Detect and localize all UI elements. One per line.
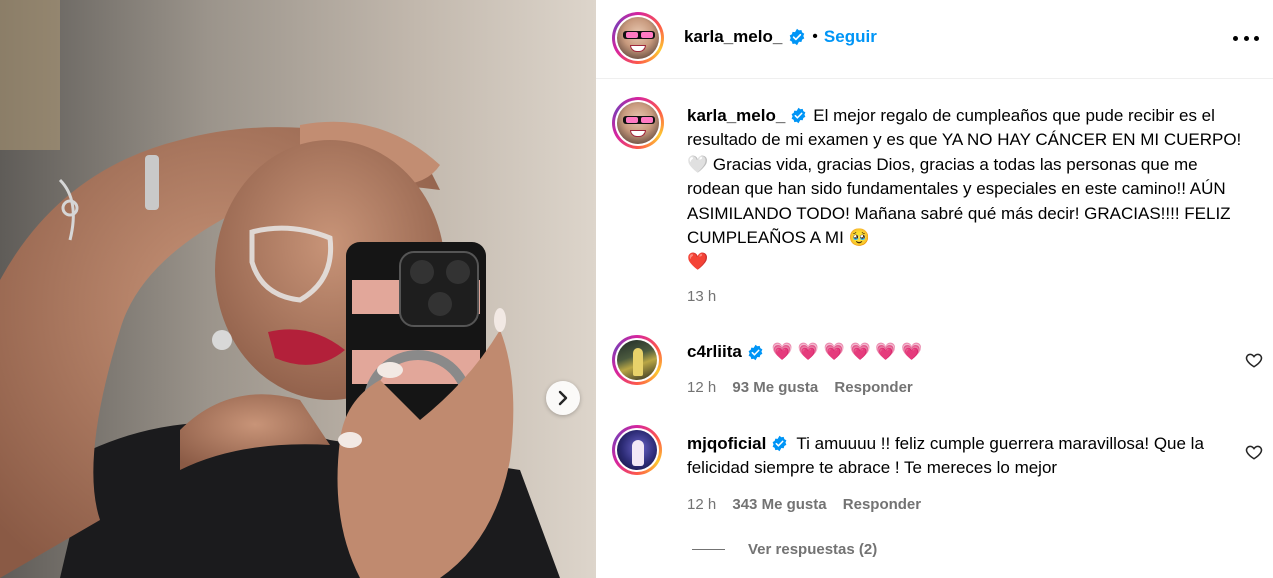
follow-button[interactable]: Seguir — [824, 27, 877, 47]
chevron-right-icon — [558, 390, 568, 406]
next-photo-button[interactable] — [546, 381, 580, 415]
comment-likes[interactable]: 343 Me gusta — [732, 496, 826, 513]
verified-badge-icon — [772, 435, 787, 451]
caption-text-2: Gracias vida, gracias Dios, gracias a to… — [687, 154, 1231, 248]
comment-username[interactable]: mjqoficial — [687, 434, 766, 453]
verified-badge-icon — [790, 28, 805, 46]
comment-time[interactable]: 12 h — [687, 379, 716, 396]
view-replies-button[interactable]: Ver respuestas (2) — [692, 541, 877, 558]
comment-likes[interactable]: 93 Me gusta — [732, 379, 818, 396]
comment-avatar[interactable] — [612, 335, 662, 385]
header-separator: • — [812, 28, 818, 45]
caption-avatar[interactable] — [612, 97, 664, 149]
comment-username[interactable]: c4rliita — [687, 340, 742, 364]
post-side-panel: karla_melo_ • Seguir karla_melo_ El mejor… — [596, 0, 1273, 578]
heart-like-icon[interactable] — [1245, 443, 1263, 461]
red-heart-emoji: ❤️ — [687, 252, 709, 272]
caption-time[interactable]: 13 h — [687, 288, 716, 305]
verified-badge-icon — [748, 344, 763, 360]
reply-button[interactable]: Responder — [843, 496, 921, 513]
caption: karla_melo_ El mejor regalo de cumpleaños… — [687, 104, 1247, 275]
comment-avatar[interactable] — [612, 425, 662, 475]
selfie-photo — [0, 0, 596, 578]
caption-username[interactable]: karla_melo_ — [687, 106, 785, 125]
comment-meta: 12 h 93 Me gusta Responder — [687, 379, 913, 396]
replies-divider — [692, 549, 725, 550]
white-heart-emoji: 🤍 — [687, 154, 709, 174]
comment: mjqoficial Ti amuuuu !! feliz cumple guer… — [687, 432, 1217, 481]
header-username[interactable]: karla_melo_ — [684, 27, 782, 47]
header-user-row: karla_melo_ • Seguir — [684, 27, 877, 47]
post-photo[interactable] — [0, 0, 596, 578]
post-header: karla_melo_ • Seguir — [596, 0, 1273, 79]
verified-badge-icon — [791, 107, 806, 123]
more-horizontal-icon[interactable] — [1233, 30, 1259, 46]
comment-time[interactable]: 12 h — [687, 496, 716, 513]
avatar[interactable] — [612, 12, 664, 64]
heart-like-icon[interactable] — [1245, 351, 1263, 369]
comment: c4rliita 💗 💗 💗 💗 💗 💗 — [687, 340, 922, 364]
reply-button[interactable]: Responder — [834, 379, 912, 396]
view-replies-label: Ver respuestas (2) — [748, 541, 878, 558]
comment-meta: 12 h 343 Me gusta Responder — [687, 496, 921, 513]
comment-text: 💗 💗 💗 💗 💗 💗 — [771, 342, 923, 361]
teary-face-emoji: 🥹 — [848, 228, 870, 248]
